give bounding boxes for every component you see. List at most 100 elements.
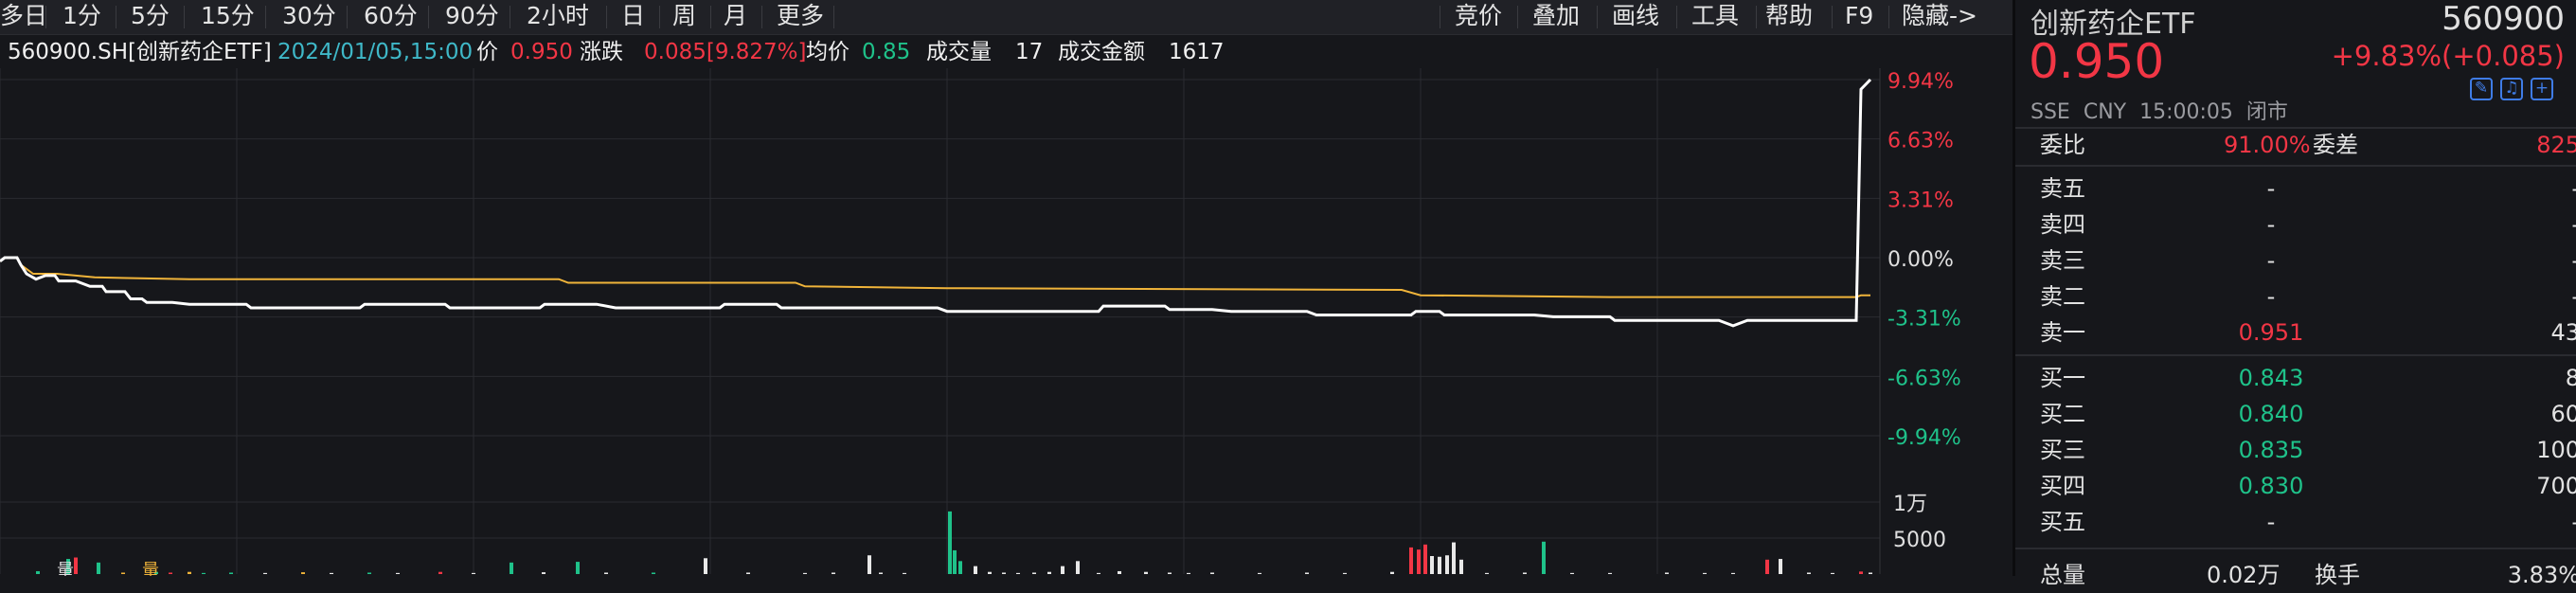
tools-button[interactable]: 工具 [1691, 0, 1739, 34]
diff-caption: 委差 [2313, 132, 2358, 158]
volume-bar [229, 572, 233, 574]
bid-row[interactable]: 买四 0.830 700 [2015, 468, 2576, 504]
volume-bar [510, 562, 513, 574]
quote-info-line: 560900.SH[创新药企ETF] 2024/01/05,15:00 价 0.… [0, 36, 2012, 68]
volume-bar [1869, 572, 1872, 574]
volume-bar [396, 572, 400, 574]
edit-icon[interactable]: ✎ [2470, 78, 2493, 100]
pct-tick-label: -3.31% [1887, 308, 1961, 332]
volume-bar [953, 549, 957, 574]
volume-bar [1097, 572, 1100, 574]
ask-volume: 43 [2550, 319, 2576, 346]
period-15min[interactable]: 15分 [201, 0, 255, 34]
bid-volume: 700 [2536, 473, 2576, 499]
divider [1676, 6, 1677, 28]
hide-panel-button[interactable]: 隐藏-> [1902, 0, 1977, 34]
volume-bar [1452, 542, 1456, 574]
volume-bar [1002, 572, 1006, 574]
bid-row[interactable]: 买三 0.835 100 [2015, 432, 2576, 468]
auction-button[interactable]: 竞价 [1455, 0, 1502, 34]
volume-legend-label: 量 [142, 561, 159, 576]
ask-row[interactable]: 卖三 - - [2015, 243, 2576, 279]
ask-label: 卖四 [2040, 211, 2085, 238]
ask-row[interactable]: 卖二 - - [2015, 279, 2576, 314]
volume-bar [1542, 541, 1546, 574]
volume-bar [1409, 547, 1413, 574]
divider [761, 6, 762, 28]
help-button[interactable]: 帮助 [1765, 0, 1813, 34]
currency-label: CNY [2083, 100, 2127, 124]
order-ratio-row: 委比 91.00% 委差 825 [2015, 127, 2576, 163]
period-1min[interactable]: 1分 [63, 0, 101, 34]
ask-row[interactable]: 卖四 - - [2015, 207, 2576, 243]
volume-bar [1703, 572, 1707, 574]
bid-price: 0.840 [2238, 401, 2304, 427]
divider [2015, 354, 2576, 356]
ask-price: - [2266, 175, 2276, 202]
volume-bar [121, 572, 125, 574]
volume-bar [868, 555, 871, 574]
last-price: 0.950 [2029, 34, 2165, 89]
volume-bar [1144, 571, 1148, 574]
volume-bar [301, 572, 305, 574]
volume-bar [1168, 572, 1172, 574]
divider [1517, 6, 1518, 28]
volume-bar [1187, 572, 1190, 574]
volume-bar [1459, 559, 1463, 574]
volume-bar [1831, 572, 1834, 574]
period-month[interactable]: 月 [724, 0, 747, 34]
bid-label: 买四 [2040, 473, 2085, 499]
divider [265, 6, 266, 28]
volume-bar [1608, 572, 1612, 574]
period-week[interactable]: 周 [672, 0, 696, 34]
f9-button[interactable]: F9 [1845, 0, 1873, 34]
volume-caption: 成交量 [926, 40, 992, 64]
volume-bar [1423, 544, 1427, 574]
bid-row[interactable]: 买二 0.840 60 [2015, 396, 2576, 432]
period-multiday[interactable]: 多日 [0, 0, 47, 34]
ratio-caption: 委比 [2040, 132, 2085, 158]
volume-bar [746, 572, 750, 574]
ask-row[interactable]: 卖五 - - [2015, 171, 2576, 207]
ask-row[interactable]: 卖一 0.951 43 [2015, 314, 2576, 350]
volume-bar [1665, 572, 1669, 574]
add-icon[interactable]: + [2531, 78, 2553, 100]
intraday-chart[interactable]: 9.94% 6.63% 3.31% 0.00% -3.31% -6.63% -9.94% 1万… [0, 68, 2012, 576]
draw-line-button[interactable]: 画线 [1612, 0, 1659, 34]
divider [1888, 6, 1889, 28]
period-5min[interactable]: 5分 [131, 0, 170, 34]
bid-label: 买一 [2040, 365, 2085, 391]
overlay-button[interactable]: 叠加 [1532, 0, 1580, 34]
price-value: 0.950 [510, 40, 573, 64]
bid-row[interactable]: 买一 0.843 8 [2015, 360, 2576, 396]
volume-bar [1258, 572, 1261, 574]
volume-bar [188, 571, 191, 574]
divider [833, 6, 834, 28]
volume-bar [988, 571, 992, 574]
divider [1597, 6, 1598, 28]
volume-value: 17 [1015, 40, 1044, 64]
period-30min[interactable]: 30分 [282, 0, 336, 34]
bid-volume: 100 [2536, 437, 2576, 463]
bid-price: 0.830 [2238, 473, 2304, 499]
period-90min[interactable]: 90分 [445, 0, 499, 34]
volume-bar [1390, 571, 1394, 574]
market-meta: SSE CNY 15:00:05 闭市 [2030, 95, 2301, 125]
change-value: 0.085[9.827%] [644, 40, 807, 64]
volume-bar [542, 572, 546, 574]
bid-row[interactable]: 买五 - - [2015, 504, 2576, 540]
divider [659, 6, 660, 28]
alert-bell-icon[interactable]: ♫ [2500, 78, 2523, 100]
divider [184, 6, 185, 28]
pct-tick-label: -9.94% [1887, 426, 1961, 450]
total-caption: 总量 [2040, 562, 2085, 588]
period-2hour[interactable]: 2小时 [527, 0, 589, 34]
period-more[interactable]: 更多 [777, 0, 824, 34]
period-60min[interactable]: 60分 [364, 0, 418, 34]
bid-label: 买二 [2040, 401, 2085, 427]
ask-volume: - [2571, 171, 2576, 207]
period-day[interactable]: 日 [621, 0, 645, 34]
bid-volume: 8 [2565, 365, 2576, 391]
divider [2015, 165, 2576, 167]
volume-bar [263, 572, 267, 574]
